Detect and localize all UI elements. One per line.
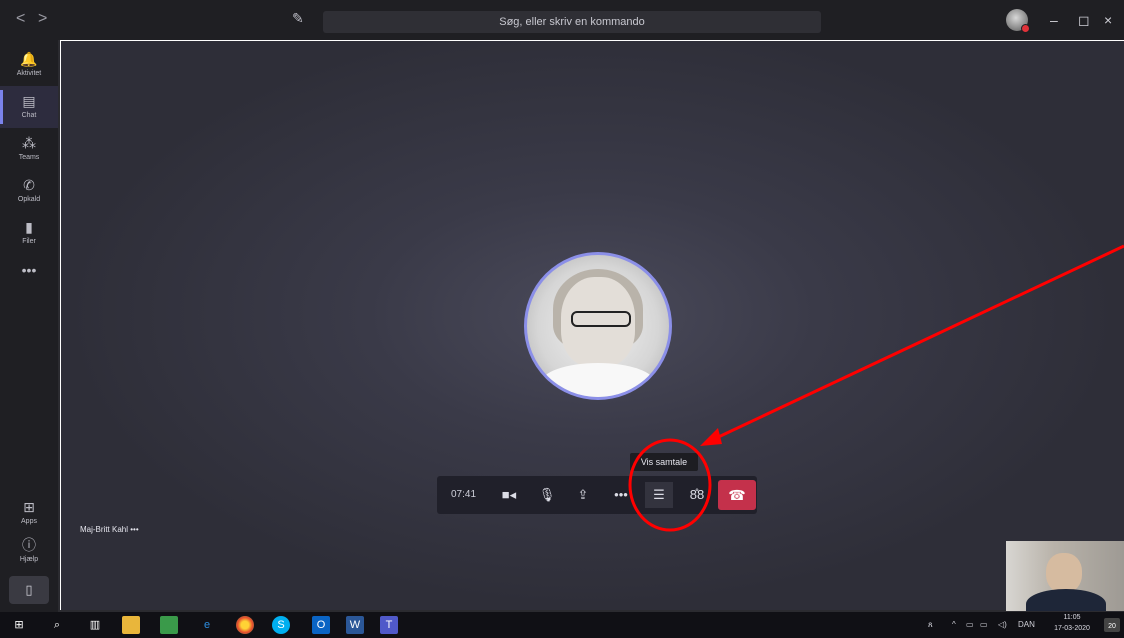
maximize-button[interactable]: ◻ — [1078, 12, 1090, 29]
language-indicator[interactable]: DAN — [1018, 620, 1035, 629]
device-icon[interactable]: ▯ — [9, 576, 49, 604]
teams-taskbar-icon[interactable]: T — [380, 616, 398, 634]
apps-icon: ⊞ — [23, 499, 35, 515]
more-icon: ••• — [614, 487, 628, 502]
sidebar-item-chat[interactable]: ▤ Chat — [0, 86, 58, 128]
share-button[interactable]: ⇪ — [569, 482, 597, 508]
minimize-button[interactable]: – — [1050, 12, 1058, 28]
chat-icon: ☰ — [653, 487, 665, 502]
show-conversation-tooltip: Vis samtale — [630, 453, 698, 471]
tray-expand-icon[interactable]: ^ — [952, 620, 956, 629]
sidebar-item-apps[interactable]: ⊞ Apps — [0, 492, 58, 534]
compose-icon[interactable]: ✎ — [292, 10, 310, 28]
more-actions-button[interactable]: ••• — [607, 482, 635, 508]
camera-button[interactable]: ■◂ — [495, 482, 523, 508]
call-controls: 07:41 ■◂ 🎙 ⇪ ••• ☰ 8̊8 ☎ — [437, 476, 757, 514]
hang-up-button[interactable]: ☎ — [718, 480, 756, 510]
display-icon[interactable]: ▭ — [980, 620, 988, 629]
self-video — [1006, 541, 1124, 611]
status-dot — [1021, 24, 1030, 33]
sidebar-item-activity[interactable]: 🔔 Aktivitet — [0, 44, 58, 86]
people-icon: 8̊8 — [689, 487, 705, 502]
skype-icon[interactable]: S — [272, 616, 290, 634]
network-icon[interactable]: ▭ — [966, 620, 974, 629]
windows-start-icon[interactable]: ⊞ — [10, 616, 28, 634]
task-view-icon[interactable]: ▥ — [86, 616, 104, 634]
outlook-icon[interactable]: O — [312, 616, 330, 634]
camera-icon: ■◂ — [501, 487, 517, 502]
search-icon[interactable]: ⌕ — [48, 616, 66, 634]
edge-icon[interactable]: e — [198, 616, 216, 634]
sidebar-item-teams[interactable]: ⁂ Teams — [0, 128, 58, 170]
volume-icon[interactable]: ◁) — [998, 620, 1007, 629]
teams-icon: ⁂ — [22, 135, 36, 151]
forward-button[interactable]: > — [38, 10, 47, 28]
bell-icon: 🔔 — [20, 51, 38, 67]
participants-button[interactable]: 8̊8 — [683, 482, 711, 508]
participant-more-icon[interactable]: ••• — [130, 525, 138, 534]
search-input[interactable]: Søg, eller skriv en kommando — [323, 11, 821, 33]
chrome-icon[interactable] — [236, 616, 254, 634]
title-bar: < > ✎ Søg, eller skriv en kommando – ◻ × — [0, 0, 1124, 40]
people-tray-icon[interactable]: ጸ — [928, 620, 933, 630]
mic-button[interactable]: 🎙 — [533, 482, 561, 508]
share-screen-icon: ⇪ — [577, 487, 589, 502]
sidebar-item-files[interactable]: ▮ Filer — [0, 212, 58, 254]
help-icon: ⓘ — [22, 537, 36, 553]
close-button[interactable]: × — [1104, 12, 1112, 28]
back-button[interactable]: < — [16, 10, 25, 28]
word-icon[interactable]: W — [346, 616, 364, 634]
call-timer: 07:41 — [451, 489, 477, 500]
file-icon: ▮ — [25, 219, 33, 235]
more-apps-button[interactable]: ••• — [0, 262, 58, 278]
participant-name: Maj-Britt Kahl ••• — [80, 525, 139, 534]
profile-avatar[interactable] — [1006, 9, 1030, 33]
notification-center-icon[interactable]: 20 — [1104, 618, 1120, 632]
store-icon[interactable] — [160, 616, 178, 634]
system-clock[interactable]: 11:05 17-03-2020 — [1046, 612, 1098, 638]
sidebar-item-calls[interactable]: ✆ Opkald — [0, 170, 58, 212]
microphone-icon: 🎙 — [538, 487, 556, 502]
chat-icon: ▤ — [22, 93, 36, 109]
phone-hangup-icon: ☎ — [728, 487, 746, 503]
phone-icon: ✆ — [23, 177, 35, 193]
show-conversation-button[interactable]: ☰ — [645, 482, 673, 508]
windows-taskbar: ⊞ ⌕ ▥ e S O W T ጸ ^ ▭ ▭ ◁) DAN 20 — [0, 612, 1124, 638]
caller-avatar — [524, 252, 672, 400]
file-explorer-icon[interactable] — [122, 616, 140, 634]
app-bar: 🔔 Aktivitet ▤ Chat ⁂ Teams ✆ Opkald ▮ Fi… — [0, 40, 58, 612]
sidebar-item-help[interactable]: ⓘ Hjælp — [0, 530, 58, 572]
